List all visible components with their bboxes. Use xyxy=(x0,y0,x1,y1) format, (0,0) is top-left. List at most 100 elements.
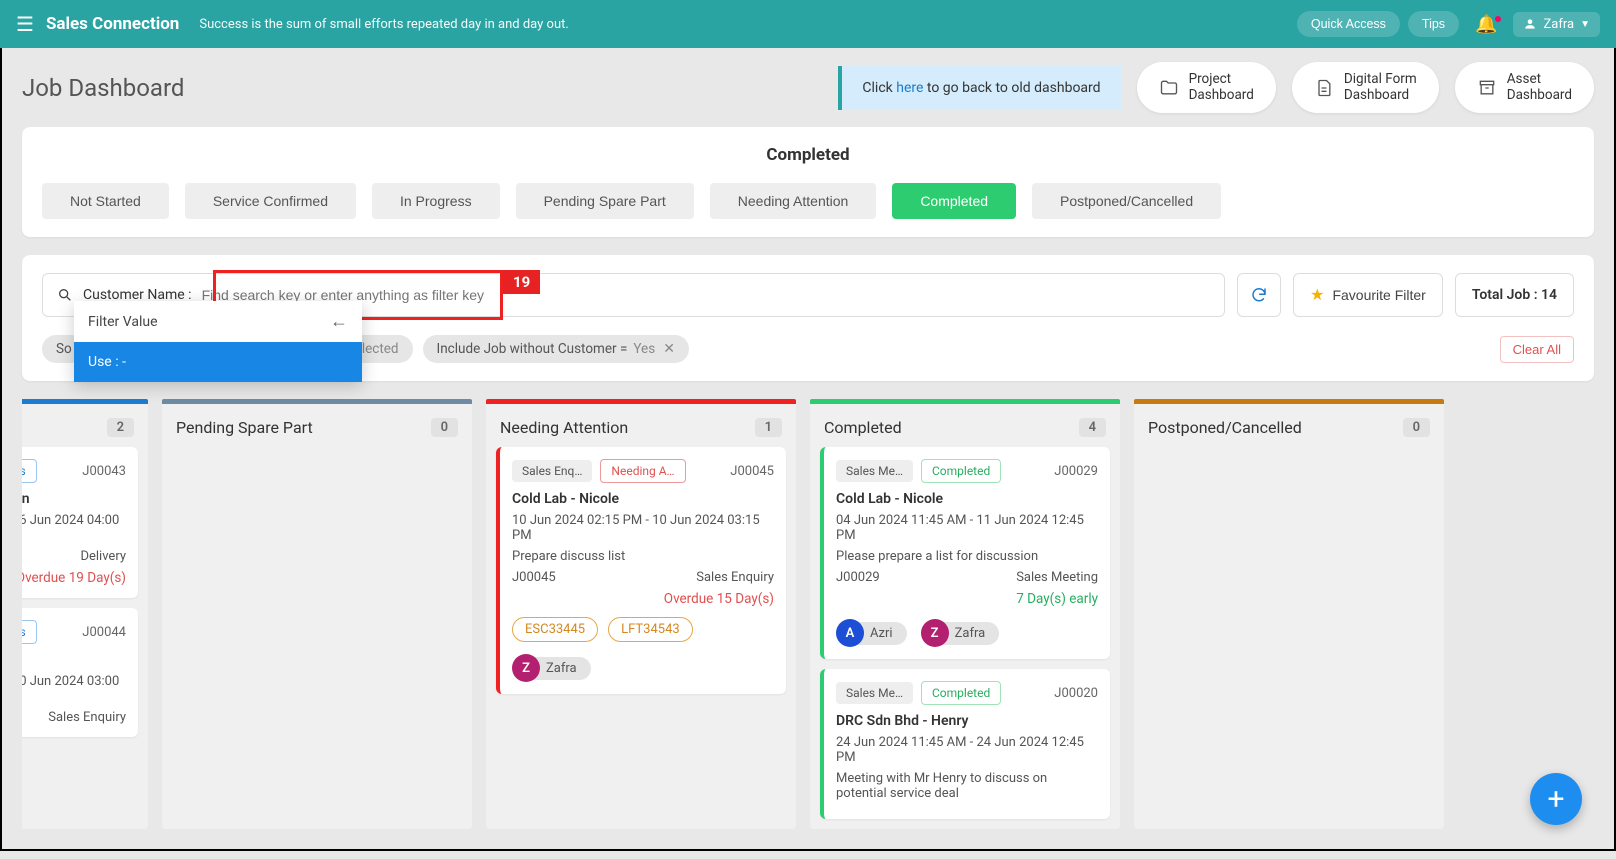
customer-name: Cold Lab - Nicole xyxy=(836,491,1098,507)
overdue-label: Overdue 19 Day(s) xyxy=(22,570,126,586)
job-type: Sales Meeting xyxy=(1016,570,1098,585)
status-strip: Completed Not Started Service Confirmed In… xyxy=(22,127,1594,237)
user-menu[interactable]: Zafra ▼ xyxy=(1513,12,1600,37)
top-bar: ☰ Sales Connection Success is the sum of… xyxy=(0,0,1616,48)
filter-chip[interactable]: Include Job without Customer = Yes✕ xyxy=(423,335,689,363)
job-description: Please prepare a list for discussion xyxy=(836,549,1098,564)
kanban-board: 2 In Progress J00043 Bhd - Johan 3:00 PM - 0… xyxy=(22,399,1594,829)
job-description: Prepare discuss list xyxy=(512,549,774,564)
stage-button[interactable]: Service Confirmed xyxy=(185,183,356,219)
add-job-fab[interactable]: + xyxy=(1530,773,1582,825)
page-title: Job Dashboard xyxy=(22,74,184,102)
asset-dashboard-link[interactable]: AssetDashboard xyxy=(1455,62,1594,113)
stage-button[interactable]: Not Started xyxy=(42,183,169,219)
close-icon[interactable]: ✕ xyxy=(663,341,675,357)
job-card[interactable]: Sales Enq…Needing A…J00045Cold Lab - Nic… xyxy=(496,447,786,694)
job-card[interactable]: Sales Me…CompletedJ00020DRC Sdn Bhd - He… xyxy=(820,669,1110,819)
job-datetime: 10 Jun 2024 02:15 PM - 10 Jun 2024 03:15… xyxy=(512,513,774,543)
tips-button[interactable]: Tips xyxy=(1408,11,1459,37)
assignee-chip: ZZafra xyxy=(512,654,591,682)
status-tag: Completed xyxy=(921,681,1001,705)
kanban-column: Needing Attention1Sales Enq…Needing A…J0… xyxy=(486,399,796,829)
job-datetime: 24 Jun 2024 11:45 AM - 24 Jun 2024 12:45… xyxy=(836,735,1098,765)
page-header: Job Dashboard Click here to go back to o… xyxy=(22,62,1594,113)
kanban-column: Postponed/Cancelled0 xyxy=(1134,399,1444,829)
job-datetime: 04 Jun 2024 11:45 AM - 11 Jun 2024 12:45… xyxy=(836,513,1098,543)
job-card[interactable]: Sales Me… Completed J00029 Cold Lab - Nicol… xyxy=(820,447,1110,659)
reference-chip: LFT34543 xyxy=(608,617,693,642)
digital-form-dashboard-link[interactable]: Digital FormDashboard xyxy=(1292,62,1439,113)
favourite-filter-button[interactable]: ★ Favourite Filter xyxy=(1293,273,1443,317)
refresh-icon xyxy=(1250,286,1268,304)
overdue-label: Overdue 15 Day(s) xyxy=(512,591,774,607)
job-ref: J00029 xyxy=(836,570,880,585)
job-card[interactable]: In Progress J00044 - Henry 2:00 PM - 10 Jun… xyxy=(22,608,138,737)
column-title: Completed xyxy=(824,418,902,437)
column-title: Pending Spare Part xyxy=(176,418,313,437)
job-datetime: 3:00 PM - 06 Jun 2024 04:00 PM xyxy=(22,513,126,543)
reference-chip: ESC33445 xyxy=(512,617,598,642)
bell-icon[interactable]: 🔔 xyxy=(1467,14,1505,35)
refresh-button[interactable] xyxy=(1237,273,1281,317)
stage-button[interactable]: Needing Attention xyxy=(710,183,877,219)
filter-value-popup: Filter Value ← Use : - xyxy=(74,301,362,382)
hamburger-icon[interactable]: ☰ xyxy=(16,12,34,36)
customer-name: Cold Lab - Nicole xyxy=(512,491,774,507)
status-strip-title: Completed xyxy=(42,145,1574,165)
status-tag: In Progress xyxy=(22,620,37,644)
stage-button[interactable]: Pending Spare Part xyxy=(516,183,694,219)
job-type: Delivery xyxy=(80,549,126,564)
column-count: 2 xyxy=(107,418,134,437)
column-count: 0 xyxy=(431,418,458,437)
job-description: Meeting with Mr Henry to discuss on pote… xyxy=(836,771,1098,801)
motto-text: Success is the sum of small efforts repe… xyxy=(199,17,568,32)
job-number: J00044 xyxy=(82,625,126,640)
status-tag: Sales Enq… xyxy=(512,460,592,482)
avatar: A xyxy=(836,619,864,647)
star-icon: ★ xyxy=(1310,285,1324,305)
notice-suffix: to go back to old dashboard xyxy=(923,80,1100,96)
job-number: J00043 xyxy=(82,464,126,479)
job-datetime: 2:00 PM - 10 Jun 2024 03:00 PM xyxy=(22,674,126,704)
kanban-column: 2 In Progress J00043 Bhd - Johan 3:00 PM - 0… xyxy=(22,399,148,829)
kanban-column: Pending Spare Part 0 xyxy=(162,399,472,829)
folder-icon xyxy=(1159,78,1179,98)
job-card[interactable]: In Progress J00043 Bhd - Johan 3:00 PM - 06… xyxy=(22,447,138,598)
stage-button[interactable]: Postponed/Cancelled xyxy=(1032,183,1221,219)
job-number: J00029 xyxy=(1054,464,1098,479)
job-ref: J00045 xyxy=(512,570,556,585)
status-tag: Completed xyxy=(921,459,1001,483)
job-number: J00045 xyxy=(730,464,774,479)
user-name: Zafra xyxy=(1543,17,1574,32)
status-tag: In Progress xyxy=(22,459,37,483)
total-job-count: Total Job : 14 xyxy=(1455,273,1574,317)
status-tag: Sales Me… xyxy=(836,460,913,482)
avatar: Z xyxy=(921,619,949,647)
stage-button[interactable]: In Progress xyxy=(372,183,500,219)
assignee-chip: AAzri xyxy=(836,619,907,647)
customer-name: - Henry xyxy=(22,652,126,668)
project-dashboard-link[interactable]: ProjectDashboard xyxy=(1137,62,1276,113)
avatar: Z xyxy=(512,654,540,682)
customer-name: Bhd - Johan xyxy=(22,491,126,507)
plus-icon: + xyxy=(1547,782,1564,817)
quick-access-button[interactable]: Quick Access xyxy=(1297,11,1400,37)
filter-popup-title: Filter Value xyxy=(88,314,158,330)
back-arrow-icon[interactable]: ← xyxy=(330,311,348,332)
chevron-down-icon: ▼ xyxy=(1580,19,1590,30)
job-type: Sales Enquiry xyxy=(48,710,126,725)
column-title: Needing Attention xyxy=(500,418,628,437)
old-dashboard-link[interactable]: here xyxy=(896,80,923,96)
search-filter-card: Customer Name : 19 ★ Favourite Filter To… xyxy=(22,255,1594,381)
clear-all-button[interactable]: Clear All xyxy=(1500,336,1574,363)
kanban-column: Completed4Sales Me…CompletedJ00029Cold L… xyxy=(810,399,1120,829)
status-tag: Sales Me… xyxy=(836,682,913,704)
assignee-chip: ZZafra xyxy=(921,619,1000,647)
filter-value-option[interactable]: Use : - xyxy=(74,342,362,382)
document-icon xyxy=(1314,78,1334,98)
notice-prefix: Click xyxy=(862,80,896,96)
annotation-badge: 19 xyxy=(503,270,540,294)
column-title: Postponed/Cancelled xyxy=(1148,418,1302,437)
search-icon xyxy=(57,287,73,303)
stage-button[interactable]: Completed xyxy=(892,183,1016,219)
